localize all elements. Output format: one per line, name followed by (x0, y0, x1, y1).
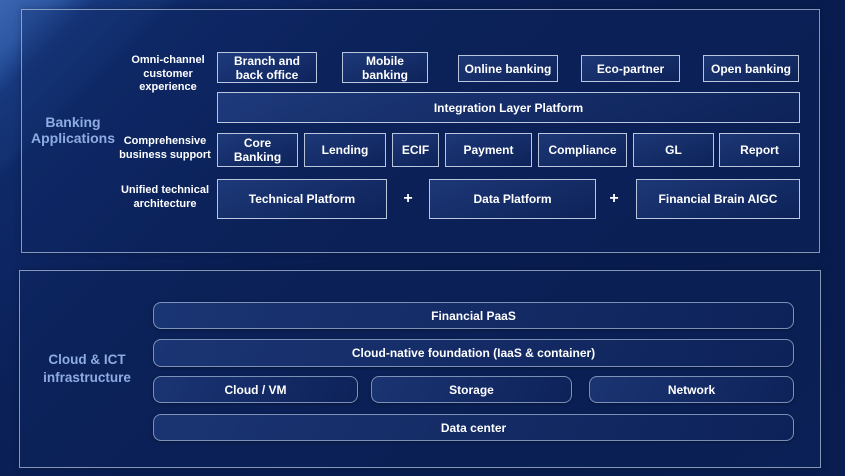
box-data-platform: Data Platform (429, 179, 596, 219)
box-mobile-banking: Mobile banking (342, 52, 428, 83)
box-cloud-vm: Cloud / VM (153, 376, 358, 403)
box-financial-paas: Financial PaaS (153, 302, 794, 329)
box-branch-back-office: Branch and back office (217, 52, 317, 83)
banking-applications-label: Banking Applications (18, 114, 128, 146)
row-label-unified: Unified technical architecture (115, 184, 215, 211)
box-report: Report (719, 133, 800, 167)
box-online-banking: Online banking (458, 55, 558, 82)
box-data-center: Data center (153, 414, 794, 441)
box-network: Network (589, 376, 794, 403)
box-ecif: ECIF (392, 133, 439, 167)
box-compliance: Compliance (538, 133, 627, 167)
row-label-comprehensive: Comprehensive business support (113, 135, 217, 162)
plus-sign-2: + (604, 179, 624, 219)
box-core-banking: Core Banking (217, 133, 298, 167)
box-gl: GL (633, 133, 714, 167)
plus-sign-1: + (398, 179, 418, 219)
box-technical-platform: Technical Platform (217, 179, 387, 219)
box-payment: Payment (445, 133, 532, 167)
box-storage: Storage (371, 376, 572, 403)
box-lending: Lending (304, 133, 386, 167)
box-eco-partner: Eco-partner (581, 55, 680, 82)
box-cloud-native-foundation: Cloud-native foundation (IaaS & containe… (153, 339, 794, 367)
architecture-diagram: Banking Applications Omni-channel custom… (0, 0, 845, 476)
box-financial-brain-aigc: Financial Brain AIGC (636, 179, 800, 219)
box-open-banking: Open banking (703, 55, 799, 82)
row-label-omni-channel: Omni-channel customer experience (118, 54, 218, 95)
cloud-ict-label: Cloud & ICT infrastructure (28, 351, 146, 387)
box-integration-layer-platform: Integration Layer Platform (217, 92, 800, 123)
